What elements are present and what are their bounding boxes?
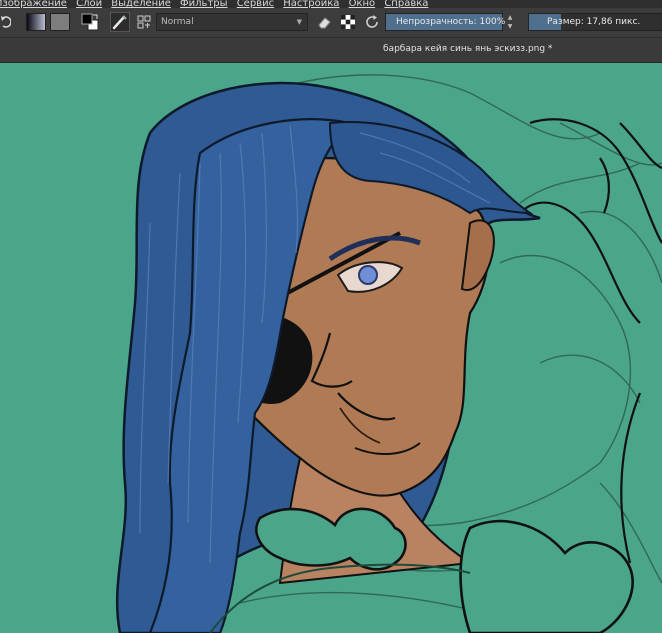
menu-select[interactable]: Выделение xyxy=(108,0,174,8)
alpha-lock-icon[interactable] xyxy=(338,12,358,32)
blend-mode-value: Normal xyxy=(161,17,194,27)
tool-options-bar: Normal ▼ Непрозрачность: 100% ▲ ▼ Размер:… xyxy=(0,8,662,38)
menu-help[interactable]: Справка xyxy=(381,0,431,8)
collar-ruffle-right xyxy=(459,519,634,633)
menu-bar: Изображение Слои Выделение Фильтры Серви… xyxy=(0,0,662,8)
document-tab[interactable]: барбара кейя синь янь эскизз.png * xyxy=(383,44,552,54)
gradient-swatch[interactable] xyxy=(26,13,46,31)
canvas[interactable] xyxy=(0,63,662,633)
reload-icon[interactable] xyxy=(362,12,382,32)
size-slider[interactable]: Размер: 17,86 пикс. xyxy=(528,13,662,31)
opacity-spinner[interactable]: ▲ ▼ xyxy=(505,13,515,31)
artwork xyxy=(115,74,662,633)
menu-window[interactable]: Окно xyxy=(346,0,379,8)
menu-filters[interactable]: Фильтры xyxy=(177,0,230,8)
blend-mode-select[interactable]: Normal ▼ xyxy=(156,13,308,31)
sketch-outlines-right xyxy=(519,118,662,564)
menu-tools[interactable]: Сервис xyxy=(234,0,277,8)
menu-image[interactable]: Изображение xyxy=(0,0,70,8)
menu-settings[interactable]: Настройка xyxy=(280,0,342,8)
size-label: Размер: 17,86 пикс. xyxy=(547,17,641,27)
brush-settings-icon[interactable] xyxy=(134,12,154,32)
document-tab-bar: барбара кейя синь янь эскизз.png * xyxy=(0,38,662,63)
chevron-down-icon: ▼ xyxy=(296,18,302,26)
opacity-slider[interactable]: Непрозрачность: 100% xyxy=(385,13,506,31)
iris xyxy=(358,265,378,285)
menu-layers[interactable]: Слои xyxy=(73,0,105,8)
eraser-icon[interactable] xyxy=(314,12,334,32)
rotate-icon[interactable] xyxy=(0,12,12,32)
pattern-swatch[interactable] xyxy=(50,13,70,31)
opacity-label: Непрозрачность: 100% xyxy=(396,17,506,27)
brush-preset-icon[interactable] xyxy=(110,12,130,32)
fg-bg-color-icon[interactable] xyxy=(80,12,100,32)
